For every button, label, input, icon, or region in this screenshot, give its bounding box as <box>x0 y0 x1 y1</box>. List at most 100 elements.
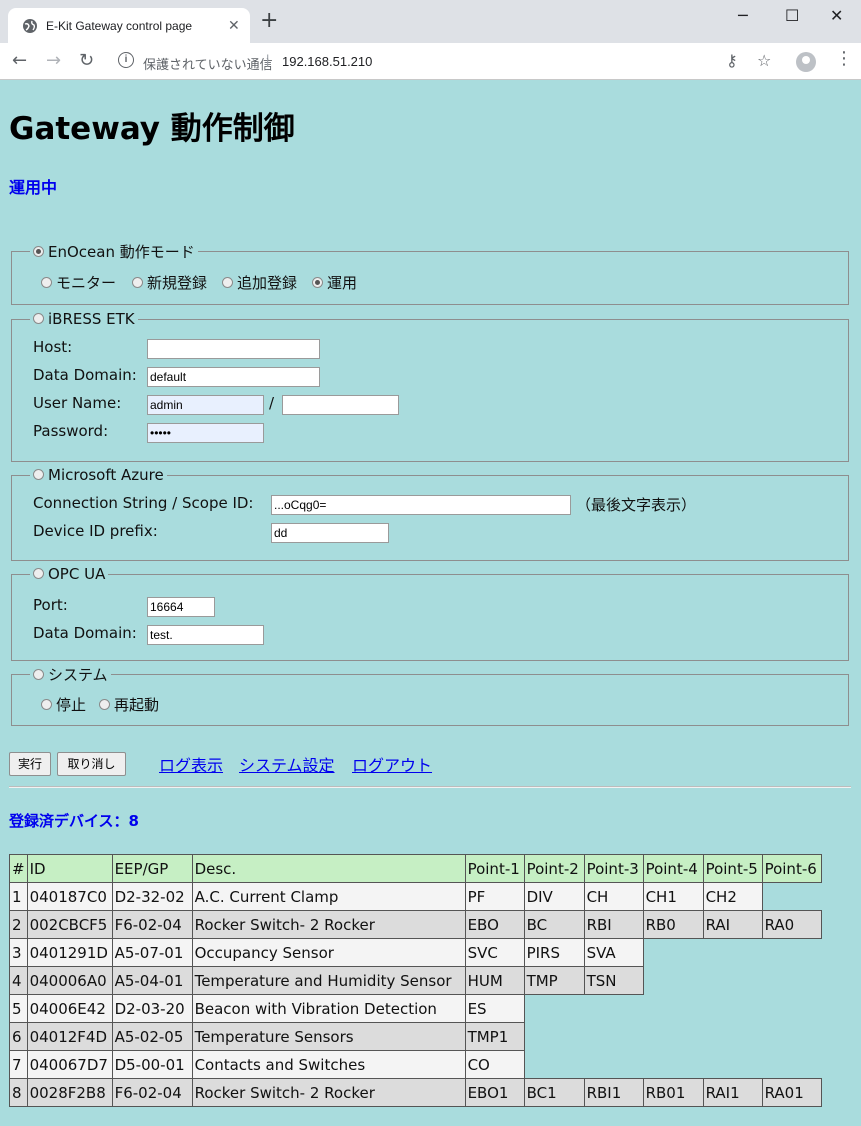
table-cell: Rocker Switch- 2 Rocker <box>191 910 466 939</box>
table-cell: 0028F2B8 <box>26 1078 113 1107</box>
table-cell: SVA <box>583 938 644 967</box>
empty-cell <box>584 995 643 1023</box>
password-input[interactable]: ••••• <box>147 423 264 443</box>
system-legend[interactable]: システム <box>30 664 111 685</box>
column-header: Point-5 <box>702 854 763 883</box>
mode-add-register-radio[interactable] <box>222 277 233 288</box>
password-label: Password: <box>33 422 109 440</box>
forward-arrow-icon[interactable]: → <box>46 50 61 71</box>
connection-string-input[interactable]: ...oCqg0= <box>271 495 571 515</box>
mode-operate-option[interactable]: 運用 <box>312 272 357 293</box>
device-id-prefix-input[interactable]: dd <box>271 523 389 543</box>
table-row: 2 002CBCF5 F6-02-04 Rocker Switch- 2 Rocker… <box>9 910 822 939</box>
mode-operate-radio[interactable] <box>312 277 323 288</box>
host-input[interactable] <box>147 339 320 359</box>
device-table: # ID EEP/GP Desc. Point-1 Point-2 Point-3 Point… <box>9 854 822 1107</box>
ibress-legend[interactable]: iBRESS ETK <box>30 310 138 328</box>
table-cell: DIV <box>523 882 585 911</box>
column-header: Desc. <box>191 854 466 883</box>
table-cell: Occupancy Sensor <box>191 938 466 967</box>
table-row: 4 040006A0 A5-04-01 Temperature and Humidit… <box>9 966 822 995</box>
table-row: 6 04012F4D A5-02-05 Temperature Sensors TMP1 <box>9 1022 822 1051</box>
tab-close-icon[interactable]: ✕ <box>228 17 240 34</box>
table-cell: CH2 <box>702 882 763 911</box>
system-radio[interactable] <box>33 669 44 680</box>
table-row: 7 040067D7 D5-00-01 Contacts and Switches CO <box>9 1050 822 1079</box>
table-cell: BC1 <box>523 1078 585 1107</box>
profile-avatar[interactable] <box>796 52 816 72</box>
enocean-legend[interactable]: EnOcean 動作モード <box>30 241 198 262</box>
menu-kebab-icon[interactable]: ⋮ <box>835 50 853 68</box>
opcua-radio[interactable] <box>33 568 44 579</box>
table-cell: TMP1 <box>464 1022 525 1051</box>
user-name-input[interactable]: admin <box>147 395 264 415</box>
table-cell: Beacon with Vibration Detection <box>191 994 466 1023</box>
table-cell: EBO <box>464 910 525 939</box>
table-cell: CH1 <box>642 882 704 911</box>
restart-radio[interactable] <box>99 699 110 710</box>
minimize-icon[interactable]: ─ <box>738 6 748 25</box>
table-cell: CH <box>583 882 644 911</box>
table-cell: Temperature Sensors <box>191 1022 466 1051</box>
restart-option[interactable]: 再起動 <box>99 694 159 715</box>
user-name-input-2[interactable] <box>282 395 399 415</box>
port-input[interactable]: 16664 <box>147 597 215 617</box>
new-tab-icon[interactable]: + <box>260 10 278 32</box>
mode-add-register-option[interactable]: 追加登録 <box>222 272 297 293</box>
table-cell: BC <box>523 910 585 939</box>
empty-cell <box>643 995 703 1023</box>
empty-cell <box>762 1051 821 1079</box>
address-separator: | <box>266 52 270 67</box>
star-icon[interactable]: ☆ <box>757 51 771 70</box>
azure-radio[interactable] <box>33 469 44 480</box>
mode-monitor-option[interactable]: モニター <box>41 272 116 293</box>
cancel-button[interactable]: 取り消し <box>57 752 126 776</box>
table-cell: 040006A0 <box>26 966 113 995</box>
azure-fieldset: Microsoft Azure Connection String / Scop… <box>11 466 849 561</box>
table-cell: TSN <box>583 966 644 995</box>
mode-new-register-option[interactable]: 新規登録 <box>132 272 207 293</box>
table-cell: 04012F4D <box>26 1022 113 1051</box>
column-header: Point-6 <box>761 854 822 883</box>
table-cell: RA0 <box>761 910 822 939</box>
opcua-legend[interactable]: OPC UA <box>30 565 108 583</box>
log-view-link[interactable]: ログ表示 <box>159 752 223 776</box>
opcua-data-domain-label: Data Domain: <box>33 624 137 642</box>
execute-button[interactable]: 実行 <box>9 752 51 776</box>
table-cell: D2-03-20 <box>111 994 193 1023</box>
key-icon[interactable]: ⚷ <box>726 51 738 70</box>
ibress-radio[interactable] <box>33 313 44 324</box>
back-arrow-icon[interactable]: ← <box>12 50 27 71</box>
mode-new-register-radio[interactable] <box>132 277 143 288</box>
table-cell: 5 <box>9 994 28 1023</box>
maximize-icon[interactable]: ☐ <box>785 6 799 25</box>
address-bar[interactable]: i 保護されていない通信 | 192.168.51.210 <box>108 47 788 75</box>
stop-option[interactable]: 停止 <box>41 694 86 715</box>
globe-icon <box>23 19 37 33</box>
enocean-radio[interactable] <box>33 246 44 257</box>
mode-monitor-radio[interactable] <box>41 277 52 288</box>
azure-legend[interactable]: Microsoft Azure <box>30 466 167 484</box>
data-domain-input[interactable]: default <box>147 367 320 387</box>
browser-tab[interactable]: E-Kit Gateway control page ✕ <box>8 8 250 43</box>
reload-icon[interactable]: ↻ <box>79 50 94 71</box>
opcua-data-domain-input[interactable]: test. <box>147 625 264 645</box>
table-cell: RB01 <box>642 1078 704 1107</box>
page-content: Gateway 動作制御 運用中 EnOcean 動作モード モニター 新規登録… <box>0 81 861 1126</box>
table-cell: A.C. Current Clamp <box>191 882 466 911</box>
table-cell: A5-07-01 <box>111 938 193 967</box>
url-text[interactable]: 192.168.51.210 <box>282 54 372 69</box>
table-cell: Temperature and Humidity Sensor <box>191 966 466 995</box>
info-icon[interactable]: i <box>118 52 134 68</box>
system-fieldset: システム 停止 再起動 <box>11 664 849 726</box>
column-header: # <box>9 854 28 883</box>
table-row: 8 0028F2B8 F6-02-04 Rocker Switch- 2 Rocker… <box>9 1078 822 1107</box>
stop-radio[interactable] <box>41 699 52 710</box>
system-settings-link[interactable]: システム設定 <box>239 752 335 776</box>
table-cell: 6 <box>9 1022 28 1051</box>
table-cell: A5-02-05 <box>111 1022 193 1051</box>
divider <box>9 786 851 788</box>
logout-link[interactable]: ログアウト <box>352 752 432 776</box>
close-window-icon[interactable]: ✕ <box>830 6 843 25</box>
empty-cell <box>762 995 821 1023</box>
